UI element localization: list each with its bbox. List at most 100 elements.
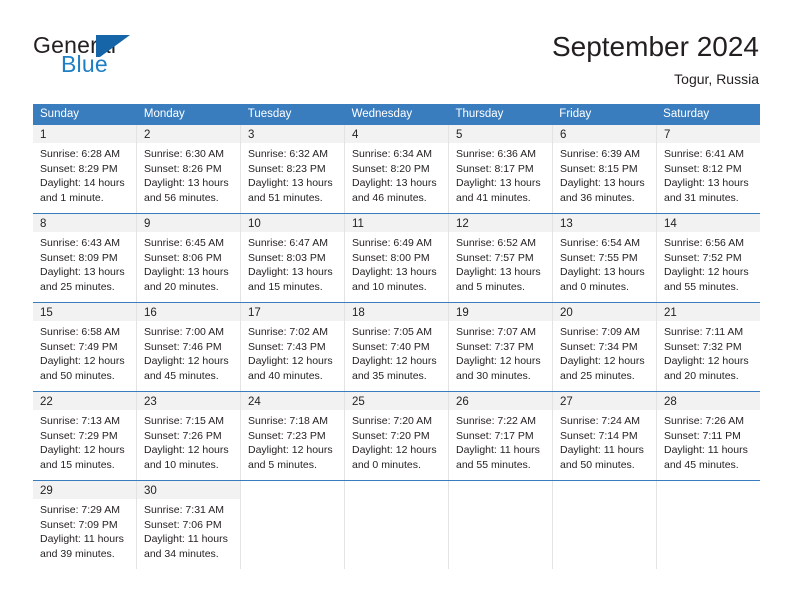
day-cell[interactable]: 29 Sunrise: 7:29 AM Sunset: 7:09 PM Dayligh… [33,481,137,569]
daylight-text-line1: Daylight: 11 hours [560,444,644,457]
day-number: 28 [664,396,677,408]
day-number-band: 3 [241,125,344,143]
day-cell-empty [241,481,345,569]
sunset-text: Sunset: 7:29 PM [40,429,118,442]
daylight-text-line2: and 56 minutes. [144,191,219,204]
sunset-text: Sunset: 7:37 PM [456,340,534,353]
day-cell[interactable]: 21 Sunrise: 7:11 AM Sunset: 7:32 PM Dayligh… [657,303,760,391]
day-cell-empty [345,481,449,569]
day-cell[interactable]: 30 Sunrise: 7:31 AM Sunset: 7:06 PM Dayligh… [137,481,241,569]
day-cell[interactable]: 24 Sunrise: 7:18 AM Sunset: 7:23 PM Dayligh… [241,392,345,480]
day-number-band: 22 [33,392,136,410]
day-info: Sunrise: 7:20 AM Sunset: 7:20 PM Daylight:… [345,410,448,478]
sunset-text: Sunset: 8:06 PM [144,251,222,264]
daylight-text-line1: Daylight: 12 hours [144,355,229,368]
daylight-text-line2: and 15 minutes. [248,280,323,293]
daylight-text-line1: Daylight: 12 hours [40,444,125,457]
day-cell[interactable]: 18 Sunrise: 7:05 AM Sunset: 7:40 PM Dayligh… [345,303,449,391]
daylight-text-line2: and 55 minutes. [456,458,531,471]
day-info: Sunrise: 7:18 AM Sunset: 7:23 PM Daylight:… [241,410,344,478]
day-info: Sunrise: 6:49 AM Sunset: 8:00 PM Daylight:… [345,232,448,300]
day-cell[interactable]: 11 Sunrise: 6:49 AM Sunset: 8:00 PM Dayligh… [345,214,449,302]
day-cell[interactable]: 2 Sunrise: 6:30 AM Sunset: 8:26 PM Daylight… [137,125,241,213]
weeks-container: 1 Sunrise: 6:28 AM Sunset: 8:29 PM Daylight… [33,125,760,569]
day-cell[interactable]: 8 Sunrise: 6:43 AM Sunset: 8:09 PM Daylight… [33,214,137,302]
day-cell[interactable]: 1 Sunrise: 6:28 AM Sunset: 8:29 PM Daylight… [33,125,137,213]
day-info: Sunrise: 7:15 AM Sunset: 7:26 PM Daylight:… [137,410,240,478]
daylight-text-line2: and 50 minutes. [40,369,115,382]
daylight-text-line2: and 46 minutes. [352,191,427,204]
day-cell[interactable]: 22 Sunrise: 7:13 AM Sunset: 7:29 PM Dayligh… [33,392,137,480]
sunset-text: Sunset: 8:12 PM [664,162,742,175]
day-info: Sunrise: 7:11 AM Sunset: 7:32 PM Daylight:… [657,321,760,389]
day-cell[interactable]: 12 Sunrise: 6:52 AM Sunset: 7:57 PM Dayligh… [449,214,553,302]
day-cell[interactable]: 9 Sunrise: 6:45 AM Sunset: 8:06 PM Daylight… [137,214,241,302]
sunrise-text: Sunrise: 6:49 AM [352,237,432,249]
daylight-text-line2: and 50 minutes. [560,458,635,471]
day-number: 26 [456,396,469,408]
day-cell[interactable]: 13 Sunrise: 6:54 AM Sunset: 7:55 PM Dayligh… [553,214,657,302]
day-cell[interactable]: 4 Sunrise: 6:34 AM Sunset: 8:20 PM Daylight… [345,125,449,213]
day-cell[interactable]: 6 Sunrise: 6:39 AM Sunset: 8:15 PM Daylight… [553,125,657,213]
daylight-text-line1: Daylight: 13 hours [144,177,229,190]
day-cell[interactable]: 27 Sunrise: 7:24 AM Sunset: 7:14 PM Dayligh… [553,392,657,480]
weekday-header-thursday: Thursday [455,108,504,120]
sunrise-text: Sunrise: 6:54 AM [560,237,640,249]
day-number-band [449,481,552,499]
general-blue-logo[interactable]: General Blue [33,33,203,83]
sunset-text: Sunset: 8:26 PM [144,162,222,175]
sunrise-text: Sunrise: 7:13 AM [40,415,120,427]
daylight-text-line1: Daylight: 12 hours [144,444,229,457]
daylight-text-line1: Daylight: 11 hours [456,444,540,457]
day-number: 13 [560,218,573,230]
day-number-band: 4 [345,125,448,143]
sunset-text: Sunset: 8:03 PM [248,251,326,264]
day-cell[interactable]: 14 Sunrise: 6:56 AM Sunset: 7:52 PM Dayligh… [657,214,760,302]
sunrise-text: Sunrise: 7:26 AM [664,415,744,427]
week-row: 22 Sunrise: 7:13 AM Sunset: 7:29 PM Dayligh… [33,391,760,480]
day-number: 18 [352,307,365,319]
day-number-band: 27 [553,392,656,410]
day-cell[interactable]: 23 Sunrise: 7:15 AM Sunset: 7:26 PM Dayligh… [137,392,241,480]
sunset-text: Sunset: 7:06 PM [144,518,222,531]
daylight-text-line2: and 0 minutes. [352,458,421,471]
sunrise-text: Sunrise: 7:09 AM [560,326,640,338]
day-number-band: 19 [449,303,552,321]
daylight-text-line1: Daylight: 12 hours [664,266,749,279]
day-info: Sunrise: 6:43 AM Sunset: 8:09 PM Daylight:… [33,232,136,300]
location-subtitle: Togur, Russia [674,71,759,87]
day-number: 1 [40,129,47,141]
sunset-text: Sunset: 7:11 PM [664,429,741,442]
day-cell[interactable]: 7 Sunrise: 6:41 AM Sunset: 8:12 PM Daylight… [657,125,760,213]
day-cell[interactable]: 17 Sunrise: 7:02 AM Sunset: 7:43 PM Dayligh… [241,303,345,391]
sunrise-text: Sunrise: 7:31 AM [144,504,224,516]
daylight-text-line2: and 36 minutes. [560,191,635,204]
daylight-text-line1: Daylight: 12 hours [248,444,333,457]
daylight-text-line2: and 10 minutes. [144,458,219,471]
sunset-text: Sunset: 8:17 PM [456,162,534,175]
day-number: 12 [456,218,469,230]
day-cell[interactable]: 3 Sunrise: 6:32 AM Sunset: 8:23 PM Daylight… [241,125,345,213]
day-number-band [657,481,760,499]
day-cell[interactable]: 16 Sunrise: 7:00 AM Sunset: 7:46 PM Dayligh… [137,303,241,391]
day-cell[interactable]: 19 Sunrise: 7:07 AM Sunset: 7:37 PM Dayligh… [449,303,553,391]
sunset-text: Sunset: 7:57 PM [456,251,534,264]
day-cell[interactable]: 26 Sunrise: 7:22 AM Sunset: 7:17 PM Dayligh… [449,392,553,480]
day-cell[interactable]: 5 Sunrise: 6:36 AM Sunset: 8:17 PM Daylight… [449,125,553,213]
daylight-text-line2: and 45 minutes. [664,458,739,471]
day-info: Sunrise: 6:34 AM Sunset: 8:20 PM Daylight:… [345,143,448,211]
day-number-band: 23 [137,392,240,410]
sunset-text: Sunset: 7:20 PM [352,429,430,442]
sunrise-text: Sunrise: 7:11 AM [664,326,744,338]
day-number-band: 26 [449,392,552,410]
day-number-band: 16 [137,303,240,321]
day-cell[interactable]: 25 Sunrise: 7:20 AM Sunset: 7:20 PM Dayligh… [345,392,449,480]
day-cell[interactable]: 28 Sunrise: 7:26 AM Sunset: 7:11 PM Dayligh… [657,392,760,480]
day-number-band: 5 [449,125,552,143]
sunrise-text: Sunrise: 6:28 AM [40,148,120,160]
day-cell[interactable]: 15 Sunrise: 6:58 AM Sunset: 7:49 PM Dayligh… [33,303,137,391]
day-cell[interactable]: 20 Sunrise: 7:09 AM Sunset: 7:34 PM Dayligh… [553,303,657,391]
day-info: Sunrise: 7:13 AM Sunset: 7:29 PM Daylight:… [33,410,136,478]
day-cell[interactable]: 10 Sunrise: 6:47 AM Sunset: 8:03 PM Dayligh… [241,214,345,302]
sunset-text: Sunset: 8:29 PM [40,162,118,175]
